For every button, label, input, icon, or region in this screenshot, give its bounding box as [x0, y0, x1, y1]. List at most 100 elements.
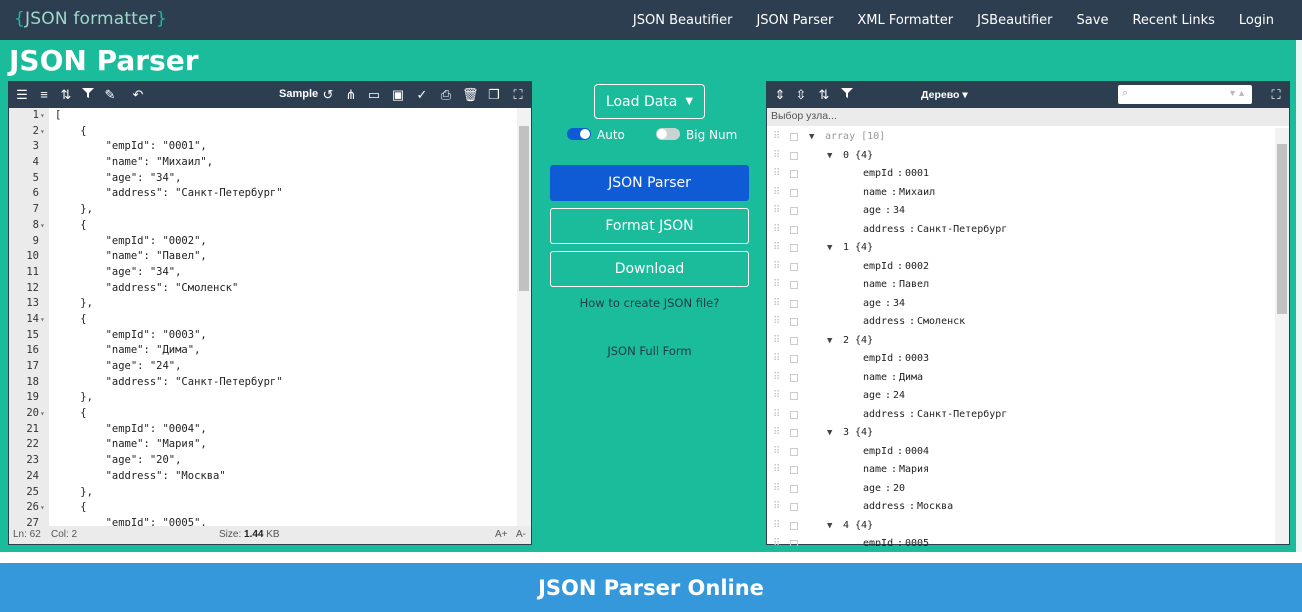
history-icon[interactable]: ↺	[320, 87, 336, 103]
fullscreen-icon[interactable]: ⛶	[1268, 87, 1284, 103]
bignum-toggle[interactable]	[656, 128, 680, 140]
drag-handle-icon[interactable]: ⠿	[773, 517, 780, 536]
node-key[interactable]: address	[863, 406, 905, 425]
tree-node[interactable]: ⠿ ▼ 0 {4}	[767, 147, 1275, 166]
tree-node[interactable]: ⠿ empId:0001	[767, 165, 1275, 184]
json-parser-button[interactable]: JSON Parser	[550, 165, 749, 201]
node-value[interactable]: Смоленск	[917, 313, 965, 332]
node-checkbox[interactable]	[790, 410, 798, 419]
node-checkbox[interactable]	[790, 540, 798, 546]
node-value[interactable]: Москва	[917, 498, 953, 517]
node-value[interactable]: Михаил	[899, 184, 935, 203]
tree-node[interactable]: ⠿ name: Дима	[767, 369, 1275, 388]
node-key[interactable]: address	[863, 221, 905, 240]
node-checkbox[interactable]	[790, 188, 798, 197]
tree-node[interactable]: ⠿ ▼ 3 {4}	[767, 424, 1275, 443]
code-area[interactable]: 1 ▾[2 ▾ {3 "empId": "0001", 4 "name": "Миха…	[9, 108, 517, 526]
drag-handle-icon[interactable]: ⠿	[773, 147, 780, 166]
node-key[interactable]: empId	[863, 535, 893, 546]
node-value[interactable]: 34	[893, 295, 905, 314]
drag-handle-icon[interactable]: ⠿	[773, 350, 780, 369]
node-checkbox[interactable]	[790, 151, 798, 160]
load-data-dropdown[interactable]: Load Data ▼	[594, 84, 705, 119]
drag-handle-icon[interactable]: ⠿	[773, 461, 780, 480]
drag-handle-icon[interactable]: ⠿	[773, 387, 780, 406]
node-value[interactable]: Павел	[899, 276, 929, 295]
filter-icon[interactable]	[839, 87, 855, 103]
node-value[interactable]: 0005	[905, 535, 929, 546]
tree-node[interactable]: ⠿ address: Санкт-Петербург	[767, 406, 1275, 425]
node-checkbox[interactable]	[790, 244, 798, 252]
fullscreen-icon[interactable]: ⛶	[510, 87, 526, 103]
tree-node[interactable]: ⠿ ▼ 2 {4}	[767, 332, 1275, 351]
node-checkbox[interactable]	[790, 318, 798, 326]
node-key[interactable]: empId	[863, 350, 893, 369]
drag-handle-icon[interactable]: ⠿	[773, 295, 780, 314]
drag-handle-icon[interactable]: ⠿	[773, 202, 780, 221]
node-value[interactable]: 0004	[905, 443, 929, 462]
tree-node[interactable]: ⠿ address: Санкт-Петербург	[767, 221, 1275, 240]
node-value[interactable]: 0003	[905, 350, 929, 369]
drag-handle-icon[interactable]: ⠿	[773, 406, 780, 425]
nav-json-parser[interactable]: JSON Parser	[756, 13, 833, 28]
tree-node[interactable]: ⠿ age:34	[767, 295, 1275, 314]
compact-icon[interactable]: ≡	[36, 87, 52, 103]
node-checkbox[interactable]	[790, 355, 798, 363]
font-increase-button[interactable]: A+	[495, 529, 508, 540]
copy-icon[interactable]: ❐	[486, 87, 502, 103]
filter-icon[interactable]	[80, 87, 96, 103]
tree-node[interactable]: ⠿ age:34	[767, 202, 1275, 221]
drag-handle-icon[interactable]: ⠿	[773, 276, 780, 295]
node-key[interactable]: age	[863, 480, 881, 499]
open-folder-icon[interactable]: ▭	[366, 87, 382, 103]
node-value[interactable]: Мария	[899, 461, 929, 480]
editor-scroll-thumb[interactable]	[519, 126, 529, 291]
tree-node[interactable]: ⠿ address: Москва	[767, 498, 1275, 517]
tree-node[interactable]: ⠿ name: Павел	[767, 276, 1275, 295]
tree-node[interactable]: ⠿ ▼ 4 {4}	[767, 517, 1275, 536]
undo-icon[interactable]: ↶	[130, 87, 146, 103]
drag-handle-icon[interactable]: ⠿	[773, 258, 780, 277]
node-key[interactable]: address	[863, 498, 905, 517]
fold-icon[interactable]: ▾	[40, 218, 45, 234]
drag-handle-icon[interactable]: ⠿	[773, 313, 780, 332]
expand-arrow-icon[interactable]: ▼	[827, 147, 832, 166]
expand-all-icon[interactable]: ⇕	[772, 87, 788, 103]
tree-search-input[interactable]: ⌕ ▼▲	[1118, 85, 1252, 104]
expand-arrow-icon[interactable]: ▼	[827, 239, 832, 258]
node-checkbox[interactable]	[790, 521, 798, 530]
fold-icon[interactable]: ▾	[40, 406, 45, 422]
view-mode-dropdown[interactable]: Дерево ▾	[921, 89, 968, 101]
node-value[interactable]: Санкт-Петербург	[917, 406, 1007, 425]
node-checkbox[interactable]	[790, 429, 798, 437]
node-key[interactable]: empId	[863, 443, 893, 462]
json-full-form-link[interactable]: JSON Full Form	[550, 344, 749, 358]
nav-login[interactable]: Login	[1239, 13, 1274, 28]
drag-handle-icon[interactable]: ⠿	[773, 369, 780, 388]
node-checkbox[interactable]	[790, 373, 798, 382]
node-checkbox[interactable]	[790, 133, 798, 141]
auto-toggle[interactable]	[567, 128, 591, 140]
node-value[interactable]: 20	[893, 480, 905, 499]
download-button[interactable]: Download	[550, 251, 749, 287]
drag-handle-icon[interactable]: ⠿	[773, 128, 780, 147]
node-value[interactable]: 0001	[905, 165, 929, 184]
sort-icon[interactable]: ⇅	[58, 87, 74, 103]
node-checkbox[interactable]	[790, 207, 798, 215]
tree-node[interactable]: ⠿ empId:0002	[767, 258, 1275, 277]
node-checkbox[interactable]	[790, 281, 798, 289]
search-nav-icon[interactable]: ▼▲	[1228, 88, 1246, 98]
node-value[interactable]: 34	[893, 202, 905, 221]
node-key[interactable]: name	[863, 184, 887, 203]
node-checkbox[interactable]	[790, 336, 798, 345]
editor-scrollbar[interactable]	[517, 108, 531, 526]
tree-node[interactable]: ⠿ empId:0005	[767, 535, 1275, 546]
node-checkbox[interactable]	[790, 447, 798, 456]
drag-handle-icon[interactable]: ⠿	[773, 165, 780, 184]
drag-handle-icon[interactable]: ⠿	[773, 239, 780, 258]
node-checkbox[interactable]	[790, 225, 798, 234]
tree-node[interactable]: ⠿ age:24	[767, 387, 1275, 406]
collapse-all-icon[interactable]: ⇳	[793, 87, 809, 103]
print-icon[interactable]: ⎙	[438, 87, 454, 103]
drag-handle-icon[interactable]: ⠿	[773, 498, 780, 517]
